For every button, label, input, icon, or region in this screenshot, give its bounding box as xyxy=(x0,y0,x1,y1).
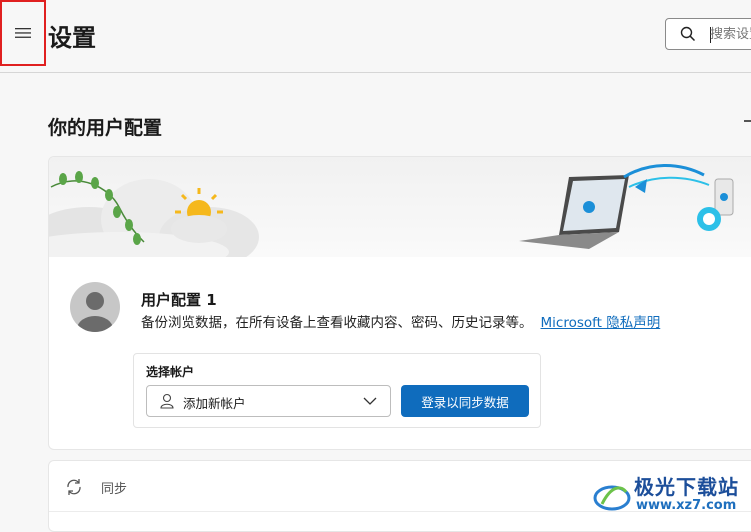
description-text: 备份浏览数据，在所有设备上查看收藏内容、密码、历史记录等。 xyxy=(141,315,533,331)
privacy-link[interactable]: Microsoft 隐私声明 xyxy=(541,315,661,331)
watermark-logo-icon xyxy=(593,485,631,511)
chevron-down-icon xyxy=(363,397,377,405)
watermark-text: 极光下载站 xyxy=(634,475,739,499)
more-options-button[interactable] xyxy=(744,120,751,122)
sync-icon xyxy=(67,479,81,495)
profile-card: 用户配置 1 备份浏览数据，在所有设备上查看收藏内容、密码、历史记录等。 Micr… xyxy=(48,156,751,450)
profile-banner xyxy=(49,157,751,272)
avatar xyxy=(70,282,120,332)
search-icon xyxy=(680,26,696,42)
profile-description: 备份浏览数据，在所有设备上查看收藏内容、密码、历史记录等。 Microsoft 隐… xyxy=(141,311,660,331)
search-box[interactable] xyxy=(665,18,751,50)
account-select[interactable]: 添加新帐户 xyxy=(146,385,391,417)
profile-name: 用户配置 1 xyxy=(141,291,217,309)
hamburger-icon xyxy=(15,28,31,38)
banner-illustration xyxy=(49,164,734,272)
page-title: 设置 xyxy=(48,24,96,52)
account-label: 选择帐户 xyxy=(146,365,195,379)
search-input[interactable] xyxy=(710,24,751,44)
sync-label: 同步 xyxy=(101,482,128,497)
person-icon xyxy=(77,292,113,332)
signin-sync-button[interactable]: 登录以同步数据 xyxy=(401,385,529,417)
account-select-value: 添加新帐户 xyxy=(183,396,246,411)
header-bar: 设置 xyxy=(0,0,751,73)
section-title: 你的用户配置 xyxy=(48,117,163,139)
watermark: 极光下载站 www.xz7.com xyxy=(592,468,751,522)
watermark-url: www.xz7.com xyxy=(636,498,737,513)
menu-button[interactable] xyxy=(0,0,46,66)
person-icon xyxy=(160,393,174,409)
account-box: 选择帐户 添加新帐户 登录以同步数据 xyxy=(133,353,541,428)
